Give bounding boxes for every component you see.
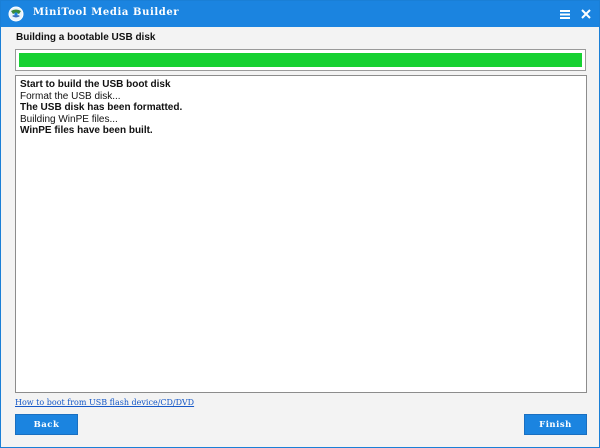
- log-line: Start to build the USB boot disk: [20, 79, 171, 90]
- boot-help-link[interactable]: How to boot from USB flash device/CD/DVD: [15, 398, 194, 407]
- title-bar[interactable]: MiniTool Media Builder: [1, 1, 599, 27]
- log-line: WinPE files have been built.: [20, 125, 153, 136]
- finish-button[interactable]: Finish: [524, 414, 587, 435]
- globe-disc-icon: [8, 6, 24, 22]
- build-progress-bar: [15, 49, 586, 71]
- progress-fill: [19, 53, 582, 67]
- log-line: Building WinPE files...: [20, 113, 118, 125]
- log-line: Format the USB disk...: [20, 90, 121, 102]
- build-log[interactable]: Start to build the USB boot disk Format t…: [15, 75, 587, 393]
- close-icon[interactable]: [578, 6, 594, 22]
- media-builder-window: MiniTool Media Builder Building a bootab…: [0, 0, 600, 448]
- hamburger-menu-icon[interactable]: [557, 6, 573, 22]
- back-button[interactable]: Back: [15, 414, 78, 435]
- log-line: The USB disk has been formatted.: [20, 102, 183, 113]
- page-heading: Building a bootable USB disk: [16, 32, 156, 43]
- window-title: MiniTool Media Builder: [33, 7, 180, 18]
